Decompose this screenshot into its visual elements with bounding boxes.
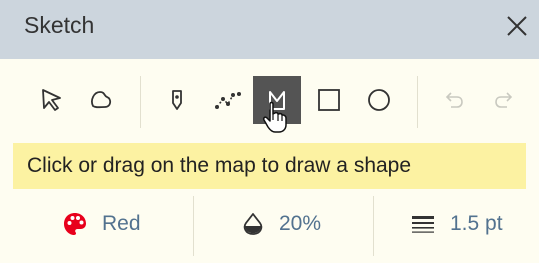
polyline-tool[interactable]: [204, 76, 252, 124]
undo-icon: [445, 92, 463, 108]
property-divider: [373, 196, 374, 256]
opacity-drop-icon: [243, 213, 263, 235]
instruction-text: Click or drag on the map to draw a shape: [27, 154, 412, 177]
close-button[interactable]: [499, 8, 535, 44]
polygon-icon: [269, 91, 285, 110]
circle-icon: [368, 89, 390, 111]
redo-icon: [495, 92, 513, 108]
panel-title: Sketch: [24, 12, 95, 38]
instruction-banner: Click or drag on the map to draw a shape: [13, 143, 526, 189]
polyline-icon: [215, 92, 241, 109]
style-properties: Red 20% 1.5 pt: [0, 196, 539, 256]
title-bar: Sketch: [0, 0, 539, 59]
toolbar-divider: [140, 76, 141, 128]
opacity-button[interactable]: 20%: [241, 196, 321, 252]
undo-button[interactable]: [431, 76, 479, 124]
palette-icon: [64, 213, 86, 235]
polygon-tool[interactable]: [253, 76, 301, 124]
cursor-arrow-icon: [42, 89, 61, 111]
line-weight-icon: [412, 216, 434, 233]
select-tool[interactable]: [28, 76, 76, 124]
property-divider: [193, 196, 194, 256]
lasso-tool[interactable]: [77, 76, 125, 124]
line-width-label: 1.5 pt: [450, 212, 503, 235]
line-width-button[interactable]: 1.5 pt: [410, 196, 503, 252]
opacity-label: 20%: [279, 212, 322, 235]
color-label: Red: [102, 212, 141, 235]
rectangle-icon: [318, 89, 340, 111]
circle-tool[interactable]: [355, 76, 403, 124]
lasso-icon: [91, 91, 112, 109]
sketch-toolbar: [0, 70, 539, 130]
map-pin-icon: [172, 90, 182, 110]
sketch-panel: Sketch Click or drag on the map to draw …: [0, 0, 539, 263]
toolbar-divider: [417, 76, 418, 128]
color-picker-button[interactable]: Red: [62, 196, 141, 252]
redo-button[interactable]: [479, 76, 527, 124]
rectangle-tool[interactable]: [305, 76, 353, 124]
close-icon: [507, 16, 527, 36]
point-tool[interactable]: [153, 76, 201, 124]
